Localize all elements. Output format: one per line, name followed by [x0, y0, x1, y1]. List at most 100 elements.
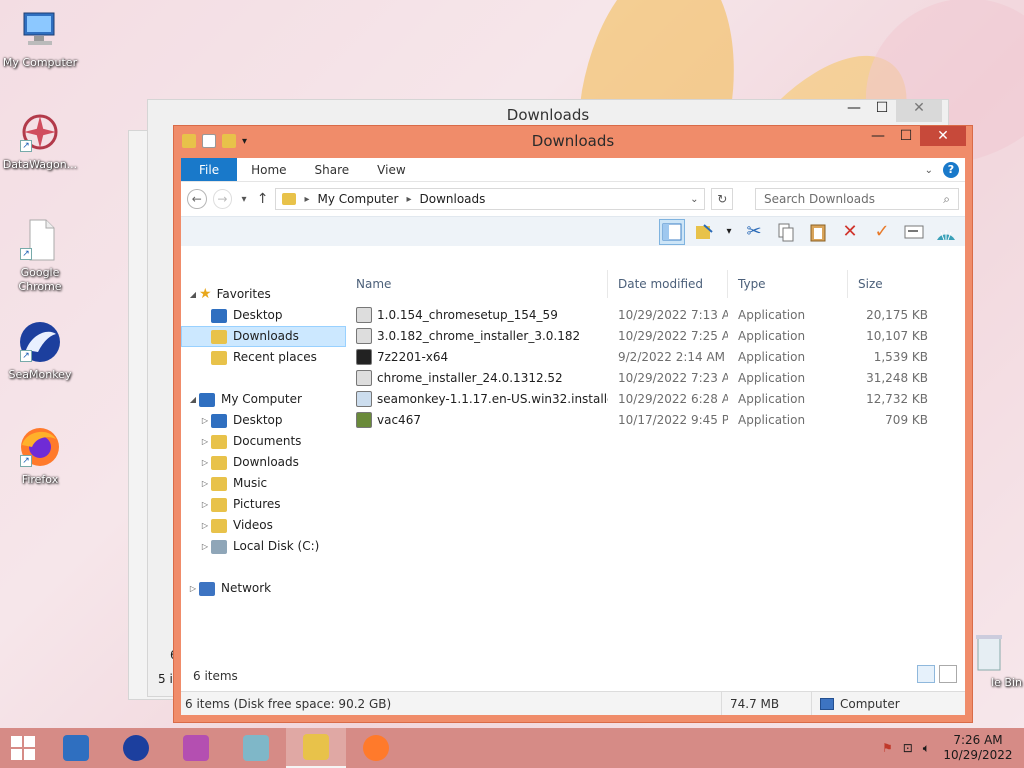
maximize-button[interactable]: ☐: [868, 100, 896, 122]
file-size: 31,248 KB: [866, 370, 928, 385]
taskbar-firefox[interactable]: [346, 728, 406, 768]
tab-view[interactable]: View: [363, 158, 419, 181]
table-row[interactable]: seamonkey-1.1.17.en-US.win32.installer 1…: [346, 388, 965, 409]
table-row[interactable]: 7z2201-x64 9/2/2022 2:14 AM Application …: [346, 346, 965, 367]
breadcrumb-my-computer[interactable]: My Computer: [318, 192, 399, 206]
address-dropdown-icon[interactable]: ⌄: [690, 194, 698, 205]
nav-computer-desktop[interactable]: ▷ Desktop: [181, 410, 346, 431]
shell-icon[interactable]: [933, 219, 959, 245]
expand-icon[interactable]: ◢: [187, 284, 199, 305]
delete-icon[interactable]: ✕: [837, 219, 863, 245]
properties-icon[interactable]: [901, 219, 927, 245]
column-header-type[interactable]: Type: [728, 270, 848, 298]
collapse-icon[interactable]: ▷: [199, 431, 211, 452]
table-row[interactable]: 1.0.154_chromesetup_154_59 10/29/2022 7:…: [346, 304, 965, 325]
collapse-icon[interactable]: ▷: [199, 410, 211, 431]
column-header-date-modified[interactable]: Date modified: [608, 270, 728, 298]
collapse-icon[interactable]: ▷: [199, 452, 211, 473]
nav-favorites-downloads[interactable]: Downloads: [181, 326, 346, 347]
up-button[interactable]: ↑: [256, 191, 270, 207]
close-button[interactable]: ✕: [896, 100, 942, 122]
recent-locations-icon[interactable]: ▾: [238, 194, 250, 205]
file-date: 10/29/2022 7:23 AM: [618, 370, 728, 385]
collapse-icon[interactable]: ▷: [187, 578, 199, 599]
start-button[interactable]: [0, 728, 46, 768]
nav-item-label: Music: [233, 476, 268, 490]
copy-icon[interactable]: [773, 219, 799, 245]
column-header-name[interactable]: Name: [346, 270, 608, 298]
expand-icon[interactable]: ◢: [187, 389, 199, 410]
nav-network[interactable]: ▷ Network: [181, 578, 346, 599]
collapse-icon[interactable]: ▷: [199, 515, 211, 536]
paste-icon[interactable]: [805, 219, 831, 245]
search-input[interactable]: Search Downloads ⌕: [755, 188, 959, 210]
desktop-icon-google-chrome[interactable]: ↗ Google Chrome: [0, 218, 80, 294]
file-type: Application: [738, 328, 806, 343]
desktop-icon-firefox[interactable]: ↗ Firefox: [0, 425, 80, 487]
collapse-icon[interactable]: ▷: [199, 494, 211, 515]
content-area: ◢ ★ Favorites Desktop Downloads Recent p…: [181, 270, 965, 663]
desktop-icon-label: My Computer: [2, 56, 78, 69]
tab-file[interactable]: File: [181, 158, 238, 181]
collapse-icon[interactable]: ▷: [199, 536, 211, 557]
nav-computer-downloads[interactable]: ▷ Downloads: [181, 452, 346, 473]
minimize-button[interactable]: —: [840, 100, 868, 122]
taskbar-winrar[interactable]: [166, 728, 226, 768]
help-icon[interactable]: ?: [943, 162, 959, 178]
taskbar-file-explorer[interactable]: [286, 728, 346, 768]
desktop-icon-seamonkey[interactable]: ↗ SeaMonkey: [0, 320, 80, 382]
table-row[interactable]: 3.0.182_chrome_installer_3.0.182 10/29/2…: [346, 325, 965, 346]
nav-favorites[interactable]: ◢ ★ Favorites: [181, 284, 346, 305]
volume-icon[interactable]: 🔈︎: [923, 741, 930, 756]
nav-favorites-recent-places[interactable]: Recent places: [181, 347, 346, 368]
desktop-icon-my-computer[interactable]: My Computer: [0, 8, 80, 70]
taskbar-seamonkey[interactable]: [106, 728, 166, 768]
nav-item-label: Documents: [233, 434, 302, 448]
nav-my-computer[interactable]: ◢ My Computer: [181, 389, 346, 410]
nav-favorites-desktop[interactable]: Desktop: [181, 305, 346, 326]
preview-pane-icon[interactable]: [659, 218, 685, 245]
tab-share[interactable]: Share: [301, 158, 364, 181]
tab-home[interactable]: Home: [237, 158, 300, 181]
desktop-icon-datawagon[interactable]: ↗ DataWagon...: [0, 110, 80, 172]
details-view-icon[interactable]: [917, 665, 935, 683]
collapse-icon[interactable]: ▷: [199, 473, 211, 494]
windows-logo-icon: [11, 736, 35, 760]
action-center-flag-icon[interactable]: ⚑: [882, 741, 893, 755]
large-icons-view-icon[interactable]: [939, 665, 957, 683]
nav-computer-pictures[interactable]: ▷ Pictures: [181, 494, 346, 515]
system-tray: ⚑ ⊡ 🔈︎ 7:26 AM 10/29/2022: [882, 728, 1016, 768]
column-header-size[interactable]: Size: [848, 270, 928, 298]
minimize-button[interactable]: —: [864, 126, 892, 146]
refresh-button[interactable]: ↻: [711, 188, 733, 210]
forward-button[interactable]: →: [212, 189, 233, 209]
breadcrumb-downloads[interactable]: Downloads: [419, 192, 485, 206]
nav-computer-videos[interactable]: ▷ Videos: [181, 515, 346, 536]
address-bar[interactable]: ▸ My Computer ▸ Downloads ⌄: [275, 188, 706, 210]
title-bar[interactable]: ▾ Downloads — ☐ ✕: [174, 126, 972, 158]
taskbar-notepad[interactable]: [226, 728, 286, 768]
close-button[interactable]: ✕: [920, 126, 966, 146]
expand-ribbon-icon[interactable]: ⌄: [925, 165, 933, 176]
navigation-pane: ◢ ★ Favorites Desktop Downloads Recent p…: [181, 270, 346, 663]
network-status-icon[interactable]: ⊡: [903, 741, 913, 755]
clock[interactable]: 7:26 AM 10/29/2022: [940, 733, 1016, 763]
computer-icon: [820, 697, 834, 710]
back-button[interactable]: ←: [187, 189, 207, 209]
desktop-icon: [211, 413, 227, 428]
nav-item-label: Pictures: [233, 497, 281, 511]
network-icon: [199, 581, 215, 596]
nav-computer-documents[interactable]: ▷ Documents: [181, 431, 346, 452]
rename-icon[interactable]: ✓: [869, 219, 895, 245]
cut-icon[interactable]: ✂: [741, 219, 767, 245]
table-row[interactable]: chrome_installer_24.0.1312.52 10/29/2022…: [346, 367, 965, 388]
explorer-window[interactable]: ▾ Downloads — ☐ ✕ File Home Share View ⌄…: [173, 125, 973, 723]
dropdown-icon[interactable]: ▾: [723, 219, 735, 245]
taskbar-remote-desktop[interactable]: [46, 728, 106, 768]
file-size: 20,175 KB: [866, 307, 928, 322]
table-row[interactable]: vac467 10/17/2022 9:45 PM Application 70…: [346, 409, 965, 430]
maximize-button[interactable]: ☐: [892, 126, 920, 146]
nav-computer-local-disk[interactable]: ▷ Local Disk (C:): [181, 536, 346, 557]
folder-properties-icon[interactable]: [691, 219, 717, 245]
nav-computer-music[interactable]: ▷ Music: [181, 473, 346, 494]
